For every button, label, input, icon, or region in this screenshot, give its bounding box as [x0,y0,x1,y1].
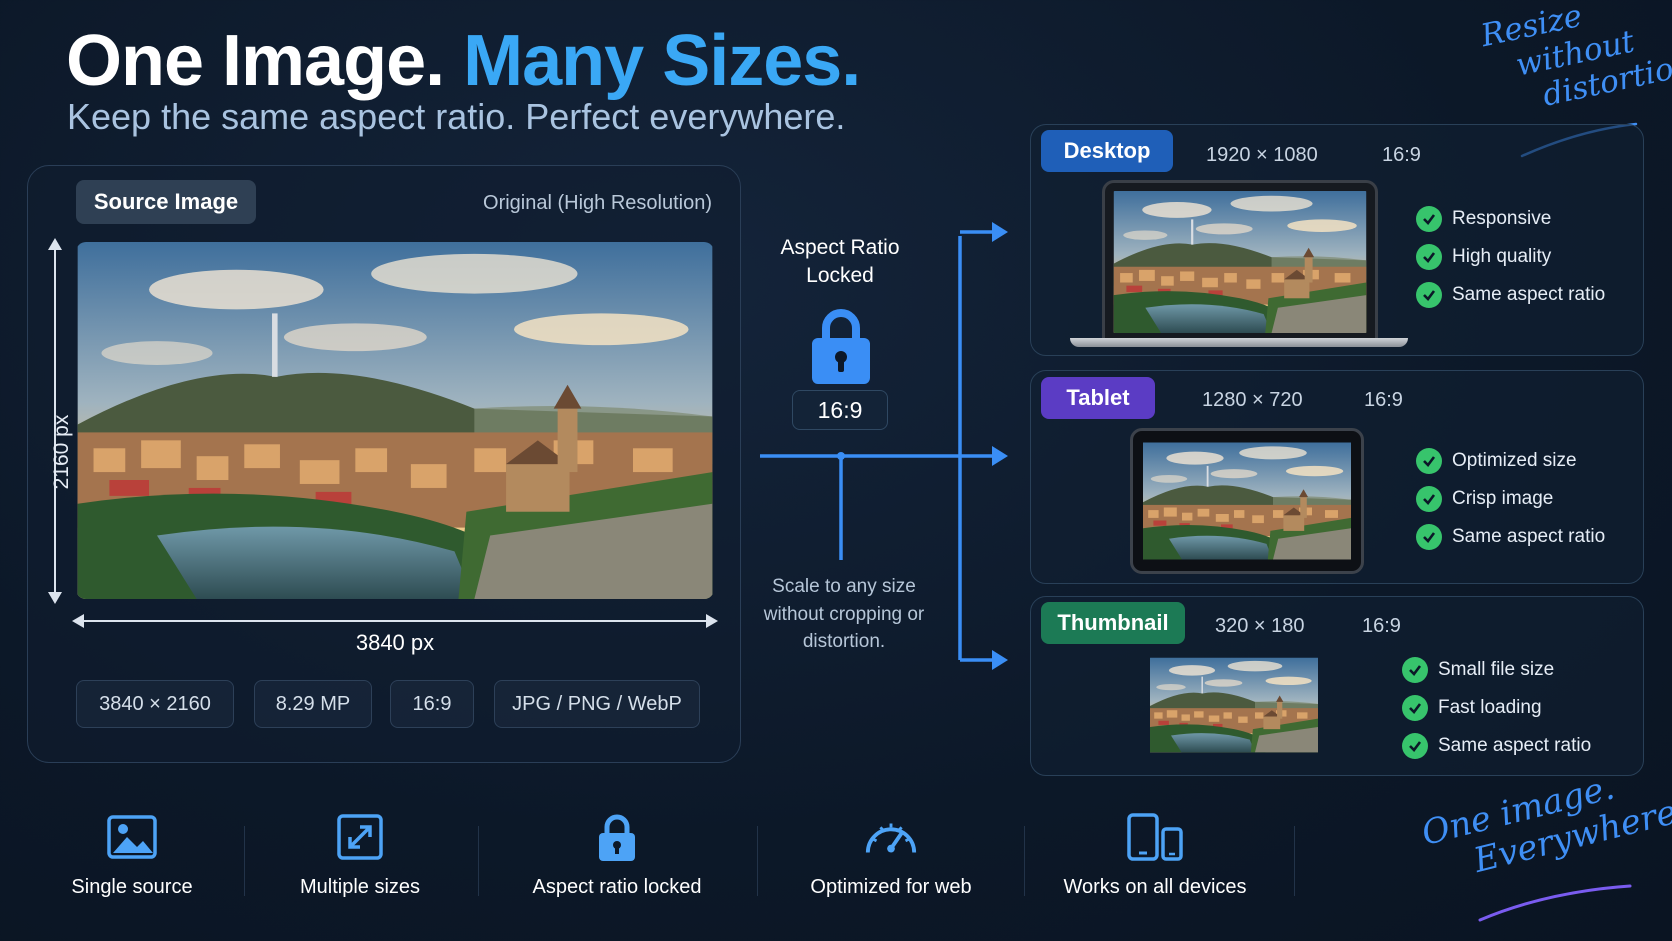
desktop-feature-list: Responsive High quality Same aspect rati… [1416,206,1605,308]
check-icon [1416,448,1442,474]
laptop-device [1102,180,1378,344]
check-icon [1402,657,1428,683]
width-label: 3840 px [355,630,435,655]
divider [244,826,245,896]
title-part-one: One Image. [66,21,445,101]
feature-text: Same aspect ratio [1452,526,1606,547]
source-resolution-note: Original (High Resolution) [483,192,712,214]
desktop-size: 1920 × 1080 [1206,144,1318,166]
width-arrow [72,614,718,628]
everywhere-note: One image. Everywhere. [1418,758,1672,892]
feature-label: Multiple sizes [299,876,421,898]
feature-all-devices: Works on all devices [1060,812,1250,899]
source-image-badge: Source Image [76,180,256,224]
feature-item: Same aspect ratio [1402,733,1591,759]
check-icon [1416,524,1442,550]
feature-text: Responsive [1452,208,1552,229]
feature-optimized-web: Optimized for web [800,812,982,899]
feature-text: Same aspect ratio [1438,735,1592,756]
tablet-feature-list: Optimized size Crisp image Same aspect r… [1416,448,1605,550]
feature-label: Single source [71,876,193,898]
feature-item: Optimized size [1416,448,1605,474]
check-icon [1416,282,1442,308]
divider [1024,826,1025,896]
feature-item: Same aspect ratio [1416,282,1605,308]
scale-caption: Scale to any size without cropping or di… [763,576,925,653]
expand-icon [332,812,388,862]
lock-icon [589,812,645,862]
divider [478,826,479,896]
check-icon [1402,733,1428,759]
page-subtitle: Keep the same aspect ratio. Perfect ever… [67,96,846,137]
image-icon [104,812,160,862]
feature-item: Same aspect ratio [1416,524,1605,550]
feature-label: Optimized for web [810,876,972,898]
title-part-two: Many Sizes. [463,21,861,101]
feature-single-source: Single source [62,812,202,899]
feature-label: Works on all devices [1063,876,1247,898]
source-photo [76,242,714,599]
feature-label: Aspect ratio locked [532,876,702,898]
tablet-device [1130,428,1364,574]
page-title: One Image. Many Sizes. [66,18,861,104]
tablet-size: 1280 × 720 [1202,389,1303,411]
feature-item: Crisp image [1416,486,1605,512]
divider [1294,826,1295,896]
desktop-badge: Desktop [1041,130,1173,172]
tablet-ratio: 16:9 [1364,389,1403,411]
feature-text: Fast loading [1438,697,1542,718]
desktop-preview [1113,191,1367,333]
feature-text: Crisp image [1452,488,1554,509]
resolution-chip: 3840 × 2160 [76,680,234,728]
check-icon [1416,244,1442,270]
check-icon [1402,695,1428,721]
feature-text: Same aspect ratio [1452,284,1606,305]
thumbnail-size: 320 × 180 [1215,615,1305,637]
thumbnail-badge: Thumbnail [1041,602,1185,644]
tablet-preview [1143,441,1351,561]
everywhere-note-underline [1478,884,1632,922]
thumbnail-feature-list: Small file size Fast loading Same aspect… [1402,657,1591,759]
feature-item: Responsive [1416,206,1605,232]
desktop-ratio: 16:9 [1382,144,1421,166]
speedometer-icon [863,812,919,862]
feature-text: High quality [1452,246,1552,267]
tablet-badge: Tablet [1041,377,1155,419]
check-icon [1416,486,1442,512]
megapixels-chip: 8.29 MP [254,680,372,728]
resize-note: Resize without distortion. [1478,0,1672,125]
thumbnail-preview [1150,655,1318,755]
feature-multiple-sizes: Multiple sizes [290,812,430,899]
devices-icon [1127,812,1183,862]
feature-text: Small file size [1438,659,1555,680]
feature-item: High quality [1416,244,1605,270]
feature-text: Optimized size [1452,450,1577,471]
feature-item: Fast loading [1402,695,1591,721]
laptop-base [1070,338,1408,347]
feature-aspect-locked: Aspect ratio locked [522,812,712,899]
thumbnail-ratio: 16:9 [1362,615,1401,637]
height-label: 2160 px [50,414,73,490]
ratio-chip: 16:9 [390,680,474,728]
feature-item: Small file size [1402,657,1591,683]
formats-chip: JPG / PNG / WebP [494,680,700,728]
check-icon [1416,206,1442,232]
divider [757,826,758,896]
